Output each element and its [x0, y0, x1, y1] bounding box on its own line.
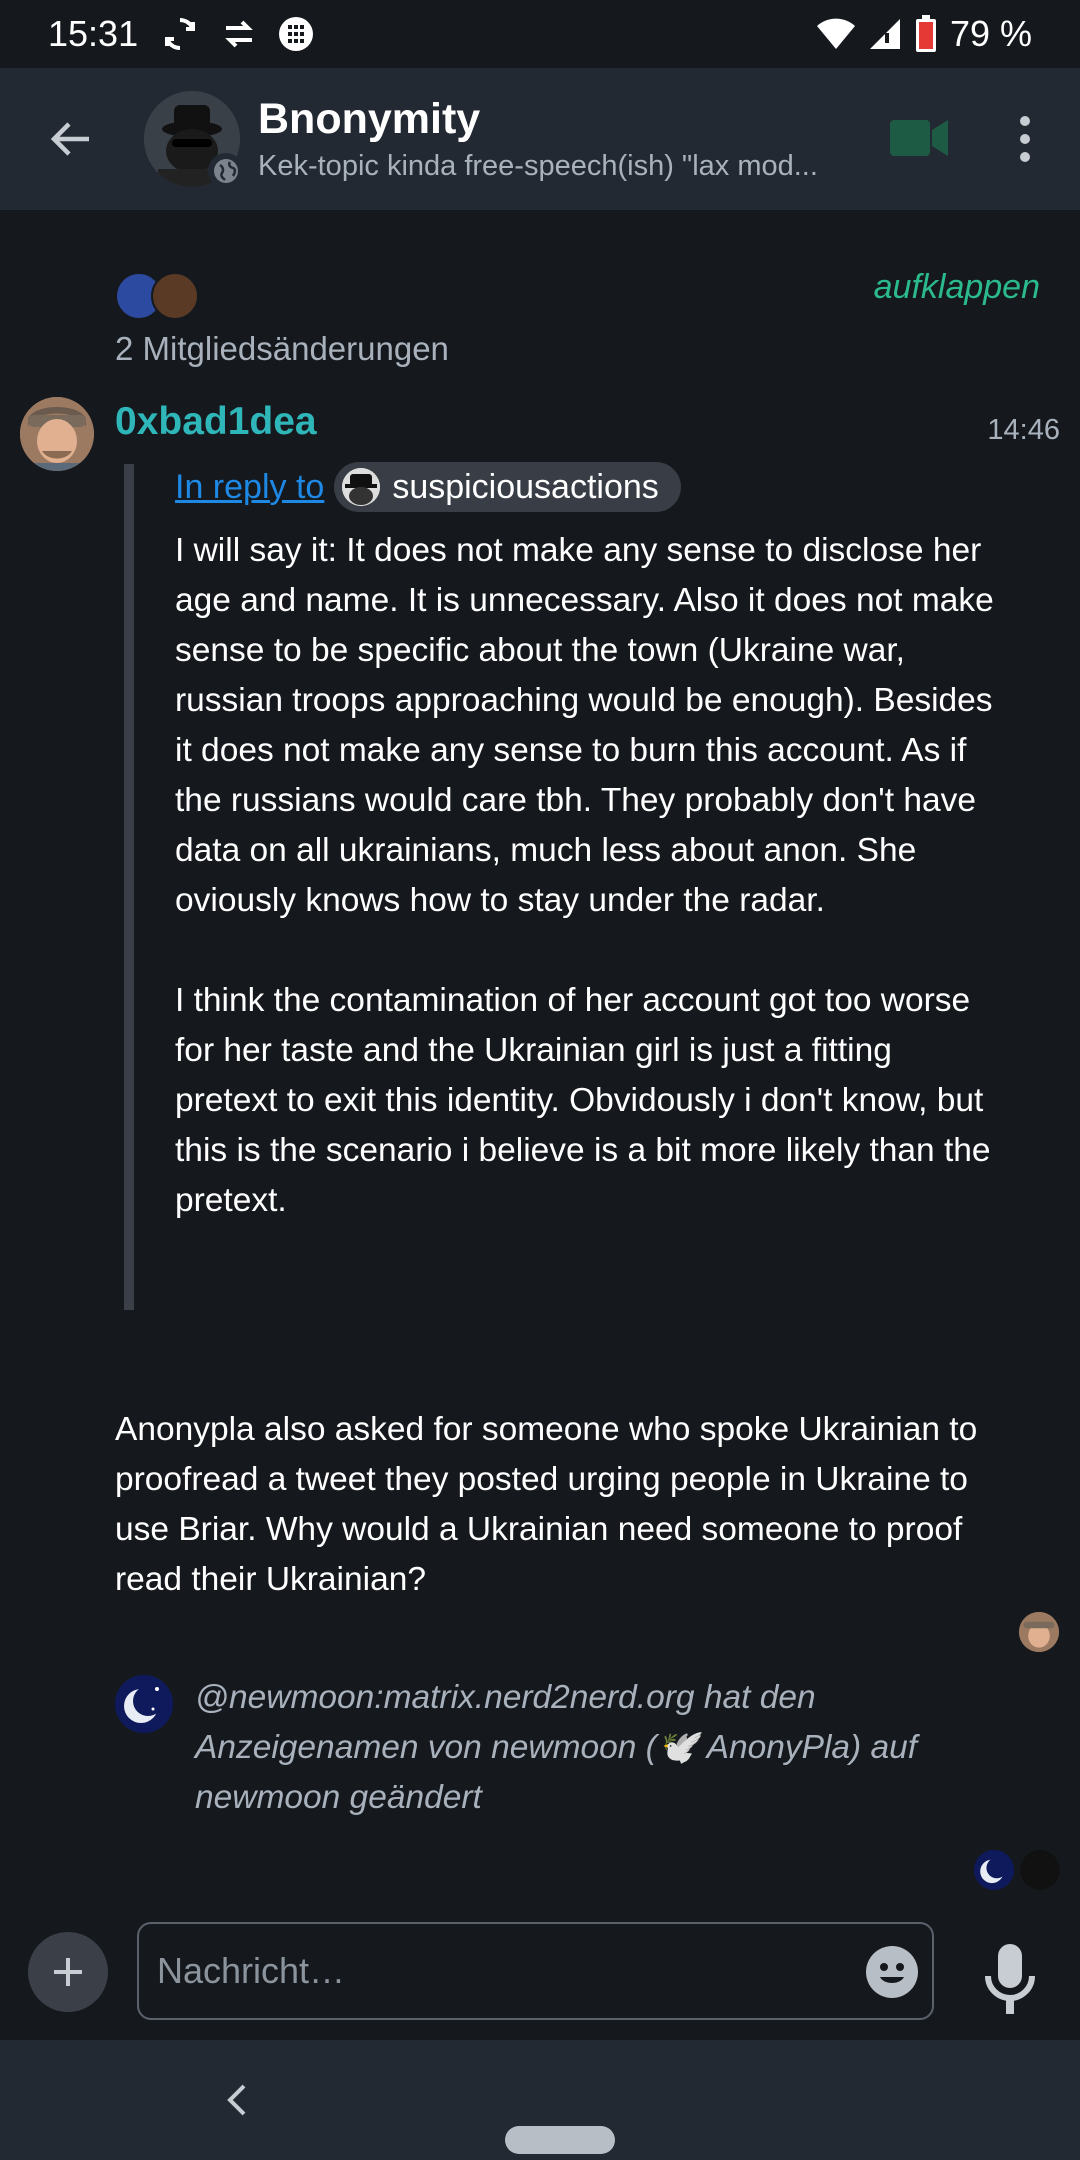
add-attachment-button[interactable]: [28, 1932, 108, 2012]
message-body[interactable]: Anonypla also asked for someone who spok…: [115, 1405, 995, 1605]
microphone-icon[interactable]: [980, 1940, 1040, 2020]
message-timestamp: 14:46: [987, 414, 1060, 446]
member-avatar: [151, 272, 199, 320]
quote-bar: [124, 464, 134, 1310]
video-call-button[interactable]: [890, 116, 950, 160]
message-input[interactable]: [157, 1950, 807, 1992]
expand-member-changes-button[interactable]: aufklappen: [874, 268, 1040, 307]
chat-screen: 15:31 79 % Bnonymity Kek-topic kinda fre…: [0, 0, 1080, 2160]
overflow-menu-icon[interactable]: [1000, 98, 1050, 180]
room-avatar[interactable]: [144, 91, 244, 189]
timeline[interactable]: aufklappen 2 Mitgliedsänderungen 0xbad1d…: [0, 210, 1080, 1910]
public-room-icon: [208, 153, 244, 189]
newmoon-avatar[interactable]: [115, 1675, 173, 1733]
member-change-avatars: [115, 268, 205, 324]
system-navigation-bar: [0, 2040, 1080, 2160]
room-topic: Kek-topic kinda free-speech(ish) "lax mo…: [258, 150, 818, 182]
nav-back-icon[interactable]: [222, 2080, 252, 2120]
member-changes-summary: 2 Mitgliedsänderungen: [115, 330, 449, 367]
emoji-icon[interactable]: [866, 1946, 918, 1998]
sync-icon: [160, 14, 200, 54]
grid-app-icon: [278, 16, 314, 52]
room-header[interactable]: Bnonymity Kek-topic kinda free-speech(is…: [258, 92, 838, 186]
read-receipt-avatar: [1020, 1850, 1060, 1890]
read-receipt-avatar[interactable]: [1019, 1612, 1059, 1652]
sender-name[interactable]: 0xbad1dea: [115, 400, 317, 444]
in-reply-to-link[interactable]: In reply to: [175, 468, 324, 507]
room-name: Bnonymity: [258, 95, 481, 143]
status-bar: 15:31 79 %: [0, 0, 1080, 68]
battery-icon: [914, 15, 938, 53]
quoted-user-pill[interactable]: suspiciousactions: [334, 462, 681, 512]
data-transfer-icon: [222, 17, 256, 51]
quoted-user-name: suspiciousactions: [392, 467, 659, 506]
quote-paragraph: I think the contamination of her account…: [175, 982, 991, 1219]
signal-icon: [868, 17, 902, 51]
quoted-message: I will say it: It does not make any sens…: [175, 526, 995, 1226]
back-arrow-icon: [50, 122, 89, 156]
nav-home-pill[interactable]: [505, 2126, 615, 2154]
video-call-icon: [890, 120, 948, 156]
back-button[interactable]: [0, 68, 140, 210]
quoted-user-avatar: [342, 468, 381, 506]
message-input-box[interactable]: [137, 1922, 934, 2020]
wifi-icon: [816, 17, 856, 51]
message-composer: [0, 1910, 1080, 2040]
add-icon: [54, 1958, 82, 1986]
battery-percentage: 79 %: [949, 13, 1032, 54]
reply-header: In reply to suspiciousactions: [175, 462, 681, 512]
read-receipt-avatar: [974, 1850, 1014, 1890]
quote-paragraph: I will say it: It does not make any sens…: [175, 532, 994, 919]
display-name-change-event: @newmoon:matrix.nerd2nerd.org hat den An…: [195, 1679, 918, 1816]
status-time: 15:31: [48, 13, 139, 54]
read-receipts[interactable]: [974, 1850, 1060, 1890]
sender-avatar[interactable]: [20, 397, 94, 471]
app-bar: Bnonymity Kek-topic kinda free-speech(is…: [0, 68, 1080, 210]
